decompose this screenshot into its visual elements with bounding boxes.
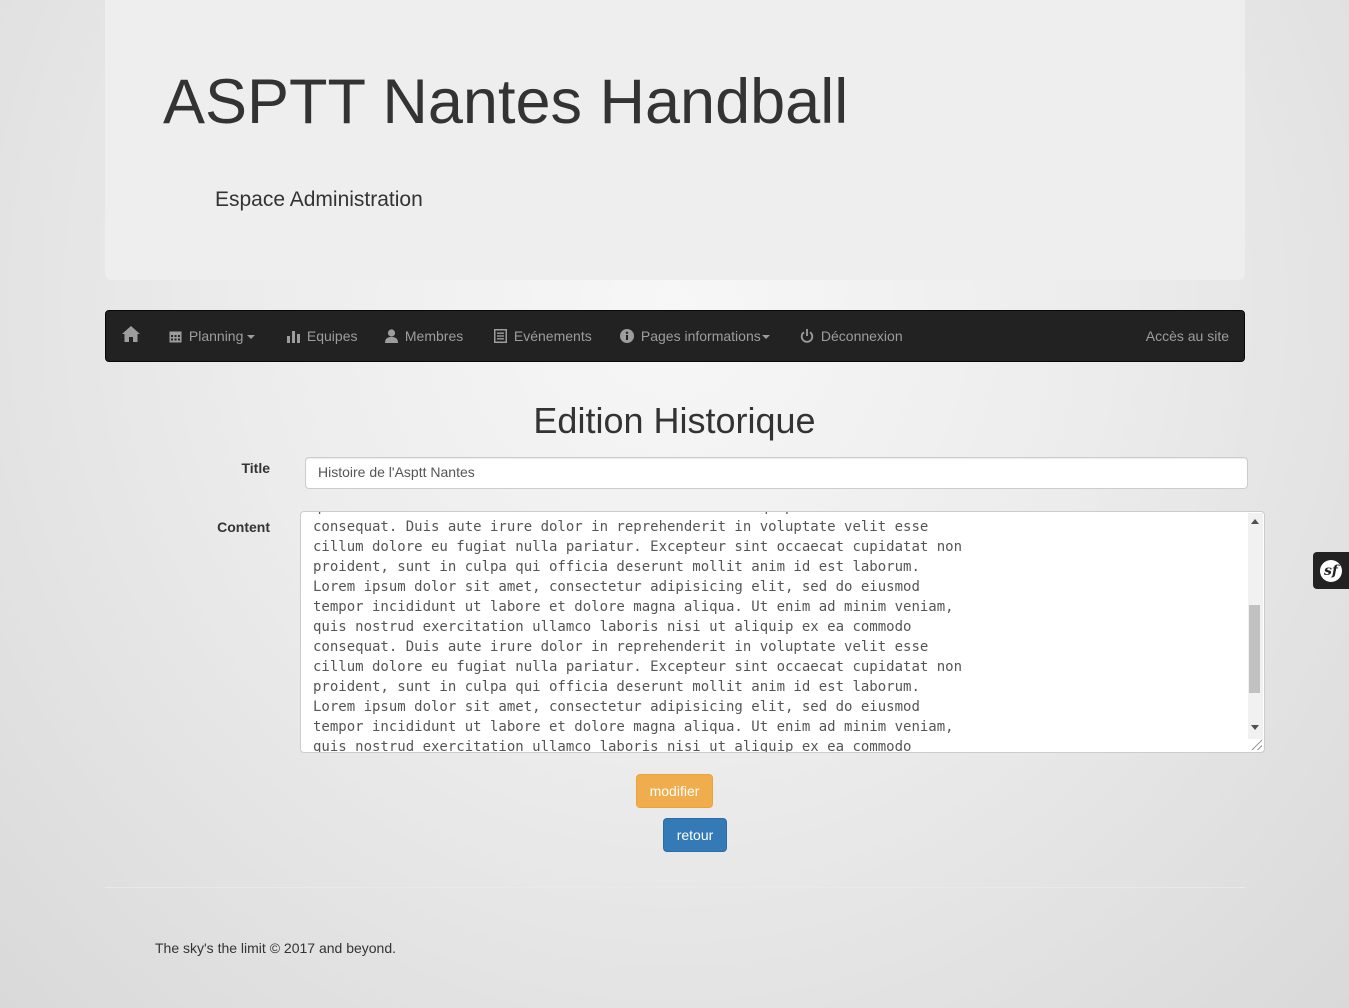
nav-evenements-label: Evénements	[513, 328, 592, 344]
nav-acces-au-site[interactable]: Accès au site	[1146, 311, 1229, 361]
retour-button[interactable]: retour	[663, 818, 727, 852]
chevron-down-icon	[247, 335, 256, 340]
nav-membres-label: Membres	[404, 328, 464, 344]
main-navbar: Planning Equipes Membres Evénements Page…	[105, 310, 1245, 362]
nav-evenements[interactable]: Evénements	[494, 311, 592, 361]
power-icon	[800, 328, 821, 344]
header-jumbotron: ASPTT Nantes Handball Espace Administrat…	[105, 0, 1245, 280]
scroll-down-arrow-icon[interactable]	[1251, 725, 1259, 730]
home-icon	[121, 326, 144, 344]
page-title: Edition Historique	[533, 400, 816, 441]
bar-chart-icon	[287, 328, 307, 344]
scrollbar-thumb[interactable]	[1249, 605, 1260, 693]
chevron-down-icon	[761, 335, 770, 340]
nav-equipes[interactable]: Equipes	[287, 311, 357, 361]
nav-pages-informations-label: Pages informations	[640, 328, 761, 344]
calendar-icon	[169, 328, 189, 344]
content-textarea[interactable]: quis nostrud exercitation ullamco labori…	[300, 511, 1265, 753]
footer-text: The sky's the limit © 2017 and beyond.	[155, 940, 397, 956]
content-label: Content	[217, 519, 270, 535]
scroll-up-arrow-icon[interactable]	[1251, 519, 1259, 524]
modifier-button[interactable]: modifier	[636, 774, 713, 808]
user-icon	[385, 328, 405, 344]
textarea-scrollbar[interactable]	[1248, 513, 1263, 739]
nav-deconnexion[interactable]: Déconnexion	[800, 311, 903, 361]
title-label: Title	[241, 460, 270, 476]
site-title: ASPTT Nantes Handball	[163, 67, 849, 137]
nav-membres[interactable]: Membres	[385, 311, 463, 361]
nav-pages-informations[interactable]: Pages informations	[620, 311, 770, 361]
content-text: quis nostrud exercitation ullamco labori…	[313, 512, 963, 753]
footer-divider	[105, 887, 1245, 888]
list-icon	[494, 328, 514, 344]
debug-toolbar-toggle[interactable]: sf	[1313, 552, 1349, 589]
nav-planning-label: Planning	[188, 328, 244, 344]
info-icon	[620, 328, 641, 344]
symfony-logo-icon: sf	[1320, 560, 1342, 582]
nav-home[interactable]	[121, 311, 144, 361]
title-input[interactable]: Histoire de l'Asptt Nantes	[305, 457, 1248, 489]
nav-deconnexion-label: Déconnexion	[820, 328, 903, 344]
resize-handle-icon[interactable]	[1250, 738, 1262, 750]
site-subtitle: Espace Administration	[215, 188, 423, 211]
nav-equipes-label: Equipes	[306, 328, 358, 344]
nav-planning[interactable]: Planning	[169, 311, 256, 361]
